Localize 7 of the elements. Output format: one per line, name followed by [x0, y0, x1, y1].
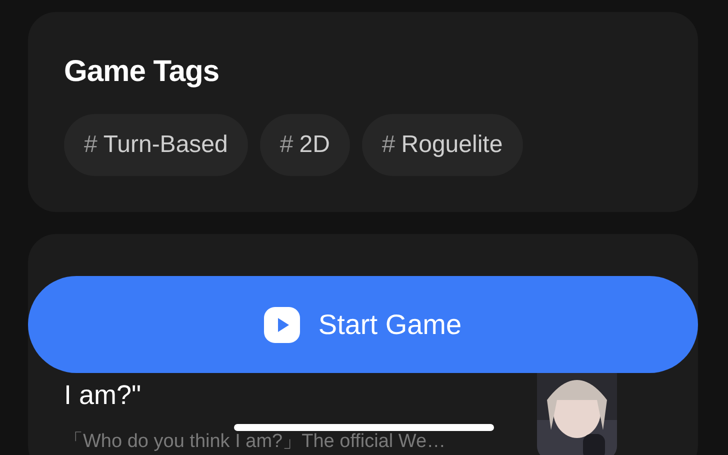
- start-game-button[interactable]: Start Game: [28, 276, 698, 373]
- tag-chip[interactable]: # 2D: [260, 114, 350, 176]
- section-title: Game Tags: [64, 54, 220, 90]
- episode-description: 「Who do you think I am?」The official We…: [64, 431, 446, 453]
- tag-chip[interactable]: # Roguelite: [362, 114, 523, 176]
- episode-title: I am?": [64, 379, 142, 412]
- tag-chip[interactable]: # Turn-Based: [64, 114, 248, 176]
